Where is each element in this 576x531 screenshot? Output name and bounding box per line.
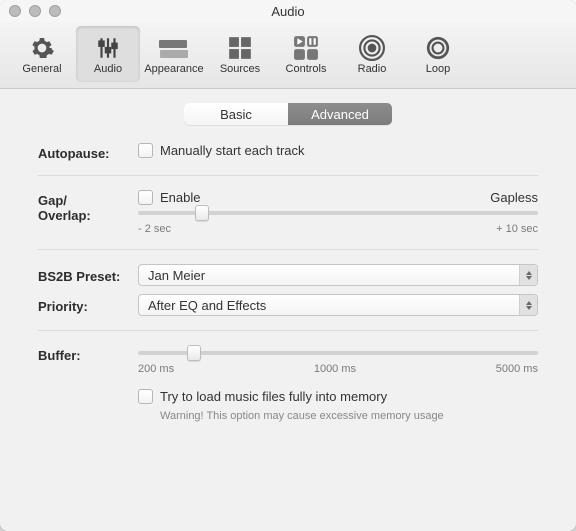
toolbar-label: Radio — [358, 63, 387, 75]
divider — [38, 249, 538, 250]
gapless-label: Gapless — [490, 190, 538, 205]
slider-thumb[interactable] — [195, 205, 209, 221]
toolbar-label: Loop — [426, 63, 450, 75]
checkbox-label: Enable — [160, 190, 200, 205]
sliders-icon — [93, 34, 123, 62]
buffer-tick-1: 200 ms — [138, 363, 174, 375]
priority-select[interactable]: After EQ and Effects — [138, 294, 538, 316]
gap-slider[interactable] — [138, 211, 538, 215]
toolbar-item-general[interactable]: General — [10, 26, 74, 82]
bs2b-select[interactable]: Jan Meier — [138, 264, 538, 286]
toolbar-item-radio[interactable]: Radio — [340, 26, 404, 82]
toolbar-label: Controls — [286, 63, 327, 75]
memory-warning: Warning! This option may cause excessive… — [160, 410, 538, 422]
autopause-checkbox[interactable]: Manually start each track — [138, 143, 538, 158]
content-area: Basic Advanced Autopause: Manually start… — [0, 89, 576, 531]
toolbar-item-sources[interactable]: Sources — [208, 26, 272, 82]
toolbar-label: Audio — [94, 63, 122, 75]
chevron-updown-icon — [519, 295, 537, 315]
slider-thumb[interactable] — [187, 345, 201, 361]
buffer-tick-3: 5000 ms — [496, 363, 538, 375]
chevron-updown-icon — [519, 265, 537, 285]
bs2b-label: BS2B Preset: — [38, 266, 138, 284]
checkbox-label: Manually start each track — [160, 143, 305, 158]
toolbar-label: Sources — [220, 63, 260, 75]
toolbar-item-controls[interactable]: Controls — [274, 26, 338, 82]
tab-segmented-control: Basic Advanced — [184, 103, 392, 125]
divider — [38, 330, 538, 331]
checkbox-icon — [138, 190, 153, 205]
titlebar: Audio — [0, 0, 576, 22]
buffer-slider[interactable] — [138, 351, 538, 355]
toolbar-item-appearance[interactable]: Appearance — [142, 26, 206, 82]
preferences-window: Audio General Audio Appearance Sources — [0, 0, 576, 531]
tab-basic[interactable]: Basic — [184, 103, 288, 125]
toolbar-label: Appearance — [144, 63, 203, 75]
toolbar-item-audio[interactable]: Audio — [76, 26, 140, 82]
tab-advanced[interactable]: Advanced — [288, 103, 392, 125]
checkbox-icon — [138, 143, 153, 158]
divider — [38, 175, 538, 176]
priority-label: Priority: — [38, 296, 138, 314]
gap-min-label: - 2 sec — [138, 223, 171, 235]
appearance-icon — [159, 34, 189, 62]
window-title: Audio — [0, 4, 576, 19]
puzzle-icon — [225, 34, 255, 62]
checkbox-label: Try to load music files fully into memor… — [160, 389, 387, 404]
toolbar-label: General — [22, 63, 61, 75]
buffer-tick-2: 1000 ms — [314, 363, 356, 375]
buffer-label: Buffer: — [38, 345, 138, 363]
select-value: Jan Meier — [148, 268, 205, 283]
load-memory-checkbox[interactable]: Try to load music files fully into memor… — [138, 389, 538, 404]
gap-label: Gap/ Overlap: — [38, 190, 138, 223]
loop-icon — [423, 34, 453, 62]
gap-max-label: + 10 sec — [496, 223, 538, 235]
controls-icon — [291, 34, 321, 62]
checkbox-icon — [138, 389, 153, 404]
gear-icon — [27, 34, 57, 62]
preferences-toolbar: General Audio Appearance Sources Control… — [0, 22, 576, 89]
radio-icon — [357, 34, 387, 62]
select-value: After EQ and Effects — [148, 298, 266, 313]
toolbar-item-loop[interactable]: Loop — [406, 26, 470, 82]
gap-enable-checkbox[interactable]: Enable — [138, 190, 200, 205]
autopause-label: Autopause: — [38, 143, 138, 161]
